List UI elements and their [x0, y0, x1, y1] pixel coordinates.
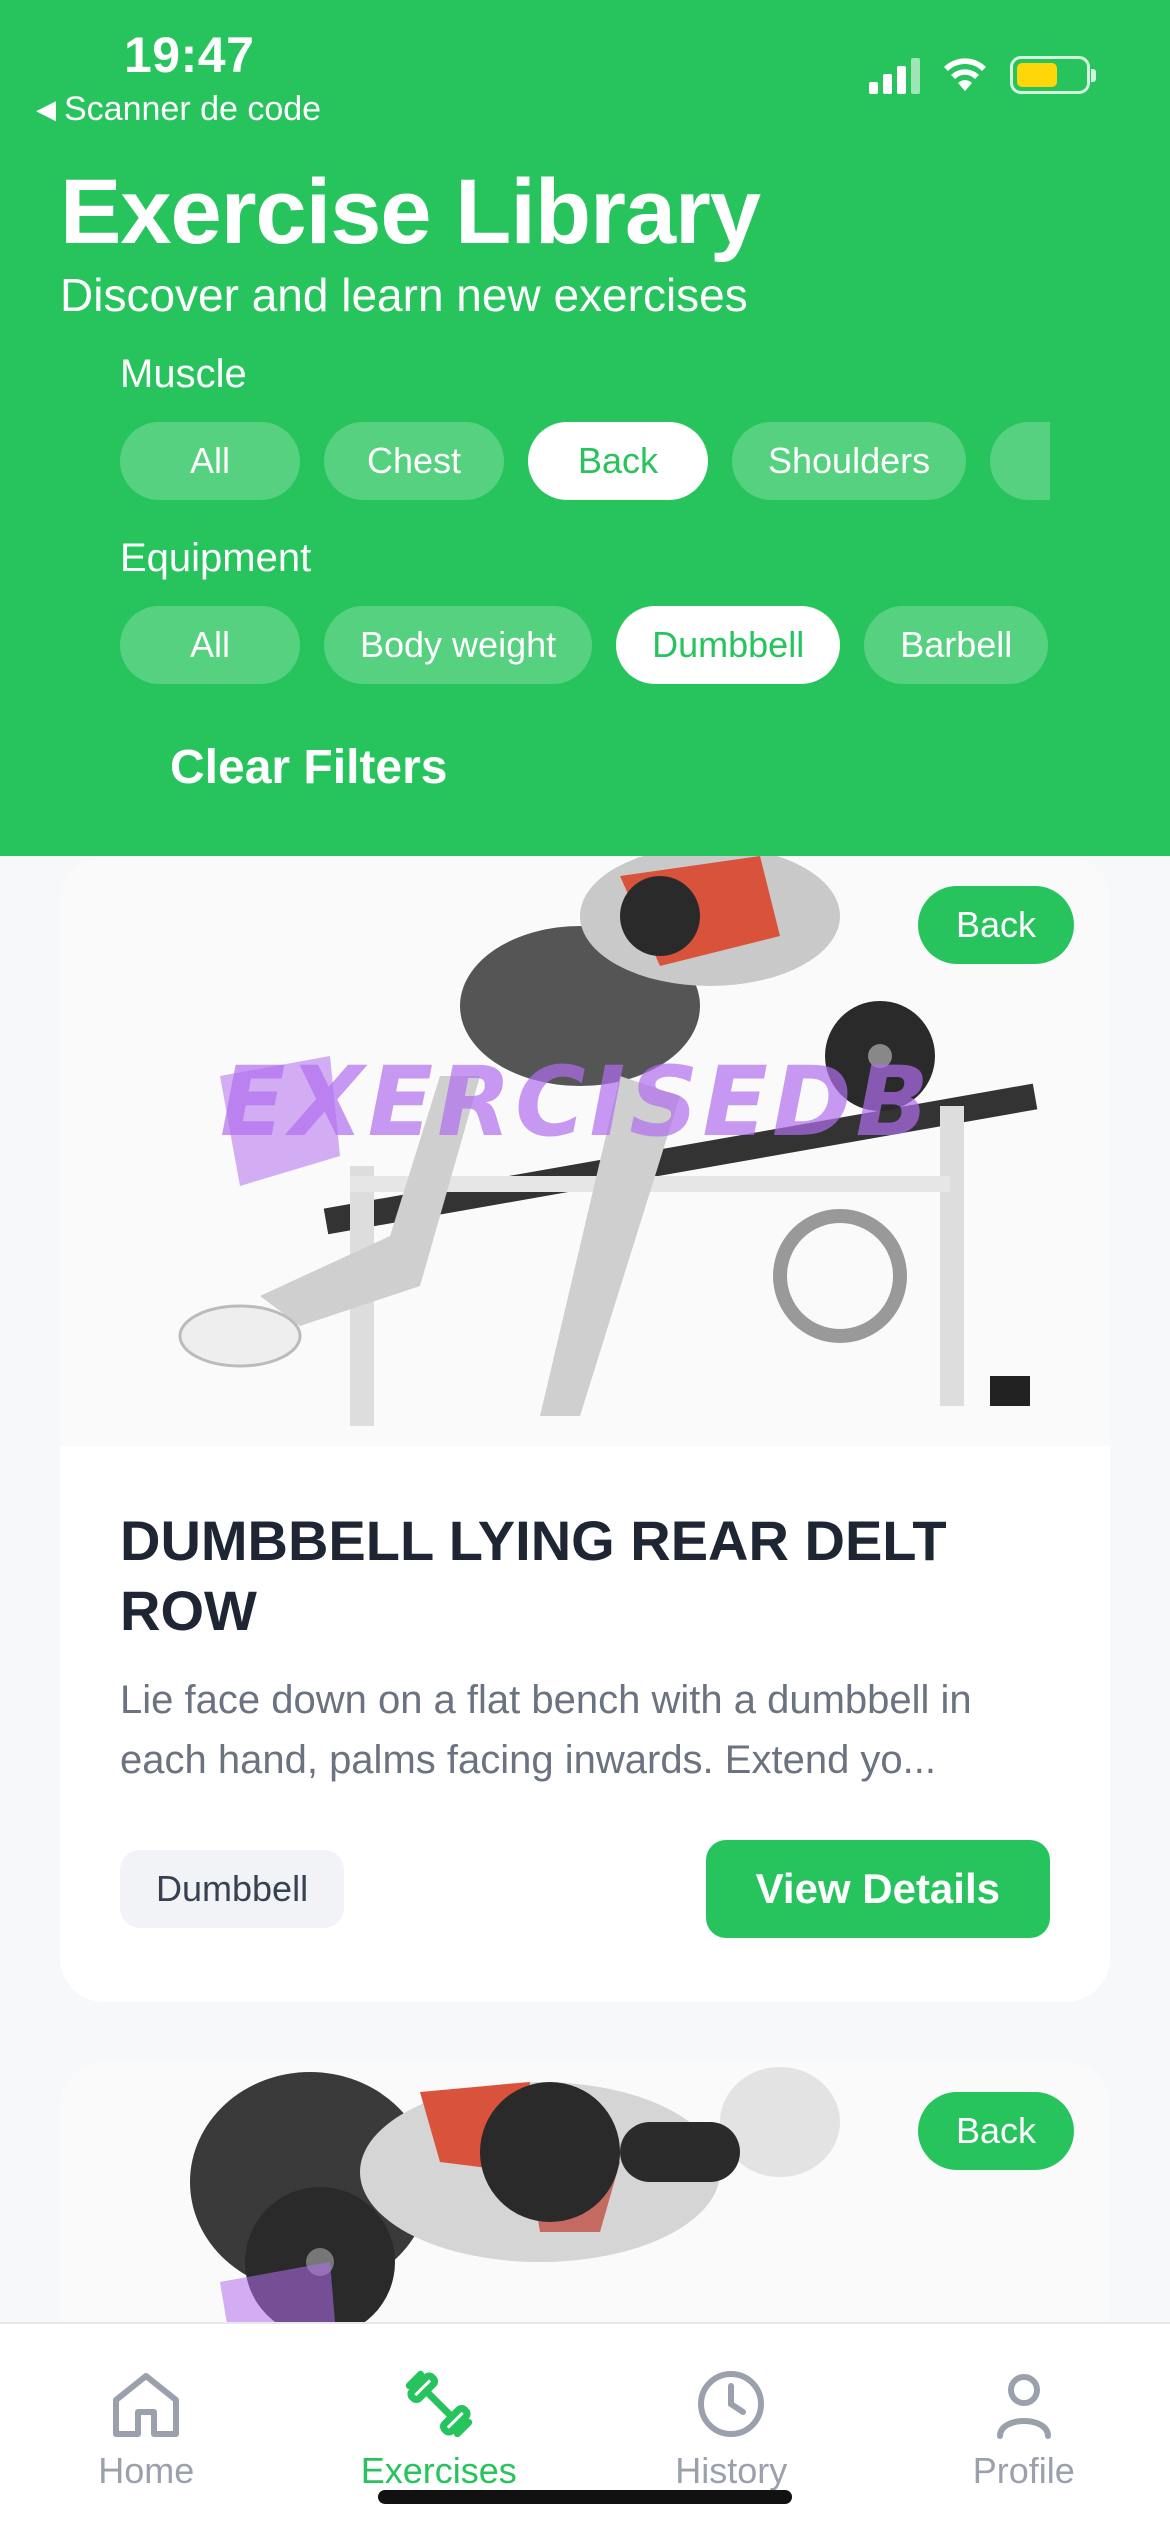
page-subtitle: Discover and learn new exercises [60, 269, 748, 321]
exercise-card[interactable]: EXERCISEDB Back DUMBBELL LYING REAR DELT… [60, 856, 1110, 2002]
back-app-label: Scanner de code [64, 90, 322, 128]
home-indicator[interactable] [378, 2490, 792, 2504]
exercise-title: DUMBBELL LYING REAR DELT ROW [120, 1509, 947, 1642]
chip-muscle-all[interactable]: All [120, 422, 300, 500]
dumbbell-icon [405, 2370, 472, 2438]
view-details-button[interactable]: View Details [705, 1840, 1050, 1938]
cellular-signal-icon [869, 56, 920, 94]
person-icon [996, 2374, 1051, 2439]
equipment-filter-chips: All Body weight Dumbbell Barbell [120, 606, 1050, 686]
tab-label-history: History [675, 2450, 788, 2491]
header: 19:47 ◀ Scanner de code Exercise Library… [0, 0, 1170, 856]
chip-muscle-chest[interactable]: Chest [324, 422, 504, 500]
card-footer: Dumbbell View Details [120, 1840, 1050, 1938]
muscle-filter-chips: All Chest Back Shoulders L [120, 422, 1050, 502]
chip-muscle-back[interactable]: Back [528, 422, 708, 500]
muscle-filter-label: Muscle [120, 352, 247, 396]
status-icons [869, 56, 1096, 94]
chip-equipment-all[interactable]: All [120, 606, 300, 684]
tab-profile[interactable]: Profile [878, 2324, 1170, 2532]
chip-muscle-partial[interactable]: L [990, 422, 1050, 500]
equipment-filter-label: Equipment [120, 536, 312, 580]
exercisedb-watermark: EXERCISEDB [220, 1046, 933, 1158]
equipment-tag: Dumbbell [120, 1850, 345, 1928]
chip-equipment-dumbbell[interactable]: Dumbbell [616, 606, 841, 684]
wifi-icon [944, 58, 986, 91]
back-triangle-icon: ◀ [36, 94, 56, 124]
battery-icon [1010, 56, 1096, 94]
muscle-badge: Back [917, 2092, 1074, 2170]
tab-label-exercises: Exercises [360, 2450, 517, 2491]
tab-label-home: Home [98, 2450, 195, 2491]
card-body: DUMBBELL LYING REAR DELT ROW Lie face do… [60, 1506, 1110, 1938]
muscle-badge: Back [917, 886, 1074, 964]
status-time: 19:47 [124, 27, 255, 83]
tab-label-profile: Profile [972, 2450, 1075, 2491]
page-title: Exercise Library [60, 161, 761, 263]
chip-equipment-body-weight[interactable]: Body weight [324, 606, 593, 684]
home-icon [113, 2373, 180, 2437]
exercise-image: EXERCISEDB Back [60, 856, 1110, 1446]
tab-home[interactable]: Home [0, 2324, 293, 2532]
clock-icon [698, 2371, 765, 2437]
back-to-app-link[interactable]: ◀ Scanner de code [36, 90, 321, 129]
chip-muscle-shoulders[interactable]: Shoulders [732, 422, 967, 500]
clear-filters-button[interactable]: Clear Filters [170, 740, 447, 795]
chip-equipment-barbell[interactable]: Barbell [864, 606, 1049, 684]
exercise-description: Lie face down on a flat bench with a dum… [120, 1678, 972, 1782]
